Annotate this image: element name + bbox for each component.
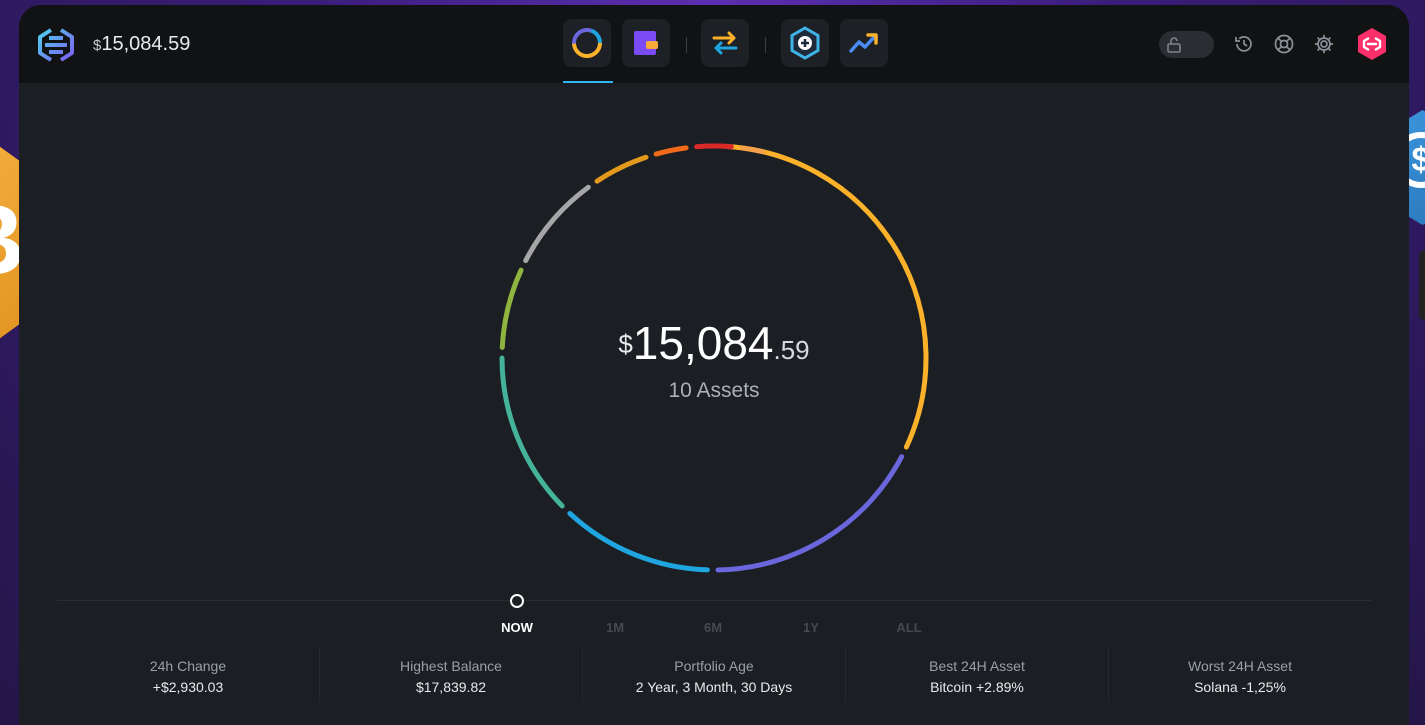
stat-24h-change: 24h Change +$2,930.03 (57, 648, 320, 703)
trend-up-icon (849, 33, 878, 53)
nav-add-apps-button[interactable] (781, 19, 829, 67)
portfolio-stats: 24h Change +$2,930.03 Highest Balance $1… (57, 648, 1371, 703)
range-1y[interactable]: 1Y (803, 620, 819, 635)
range-now[interactable]: NOW (501, 620, 533, 635)
portfolio-main: $15,084.59 10 Assets NOW 1M 6M 1Y ALL 24… (19, 83, 1409, 725)
donut-segment[interactable] (594, 154, 649, 184)
stat-label: 24h Change (149, 658, 227, 674)
exodus-logo-icon[interactable] (37, 27, 75, 63)
privacy-lock-toggle[interactable] (1159, 31, 1214, 58)
stat-worst-asset: Worst 24H Asset Solana -1,25% (1109, 648, 1371, 703)
wallet-icon (634, 31, 658, 55)
donut-segment[interactable] (715, 454, 905, 573)
app-window: $15,084.59 $15,084.59 10 Assets NOW 1M 6… (19, 5, 1409, 725)
coin-edge-decoration (1419, 250, 1425, 320)
timeline-now-marker[interactable] (510, 594, 524, 608)
range-6m[interactable]: 6M (704, 620, 722, 635)
assets-count: 10 Assets (668, 379, 760, 402)
stat-label: Highest Balance (400, 658, 502, 674)
total-amount-int: 15,084 (632, 317, 774, 369)
total-currency: $ (618, 329, 633, 359)
nav-separator (765, 37, 766, 53)
nav-separator (686, 37, 687, 53)
stat-label: Portfolio Age (674, 658, 754, 674)
nav-portfolio-button[interactable] (563, 19, 611, 67)
exchange-arrows-icon (712, 31, 738, 55)
stat-value: 2 Year, 3 Month, 30 Days (635, 679, 793, 695)
support-icon[interactable] (1273, 33, 1295, 55)
lock-icon (1167, 37, 1181, 53)
top-bar: $15,084.59 (19, 5, 1409, 83)
plus-hex-icon (790, 26, 820, 60)
stat-value: $17,839.82 (415, 679, 487, 695)
history-icon[interactable] (1233, 33, 1255, 55)
donut-segment[interactable] (567, 510, 710, 573)
stat-value: +$2,930.03 (152, 679, 224, 695)
timeline-line (57, 600, 1371, 601)
donut-segment[interactable] (523, 184, 591, 264)
donut-chart-icon (572, 28, 602, 58)
portfolio-total-value: $15,084.59 (19, 316, 1409, 370)
stat-value: Solana -1,25% (1194, 679, 1286, 695)
stat-label: Worst 24H Asset (1187, 658, 1292, 674)
header-balance-value: 15,084.59 (101, 33, 191, 55)
donut-segment[interactable] (653, 145, 689, 157)
settings-icon[interactable] (1313, 33, 1335, 55)
header-balance: $15,084.59 (93, 33, 190, 56)
stat-portfolio-age: Portfolio Age 2 Year, 3 Month, 30 Days (583, 648, 846, 703)
donut-segment[interactable] (694, 143, 734, 150)
total-amount-dec: .59 (773, 335, 810, 365)
profile-avatar-icon[interactable] (1355, 27, 1389, 61)
nav-wallet-button[interactable] (622, 19, 670, 67)
stat-best-asset: Best 24H Asset Bitcoin +2.89% (846, 648, 1109, 703)
nav-trading-button[interactable] (840, 19, 888, 67)
range-1m[interactable]: 1M (606, 620, 624, 635)
stat-label: Best 24H Asset (929, 658, 1025, 674)
stat-highest-balance: Highest Balance $17,839.82 (320, 648, 583, 703)
stat-value: Bitcoin +2.89% (930, 679, 1024, 695)
range-all[interactable]: ALL (896, 620, 921, 635)
nav-exchange-button[interactable] (701, 19, 749, 67)
